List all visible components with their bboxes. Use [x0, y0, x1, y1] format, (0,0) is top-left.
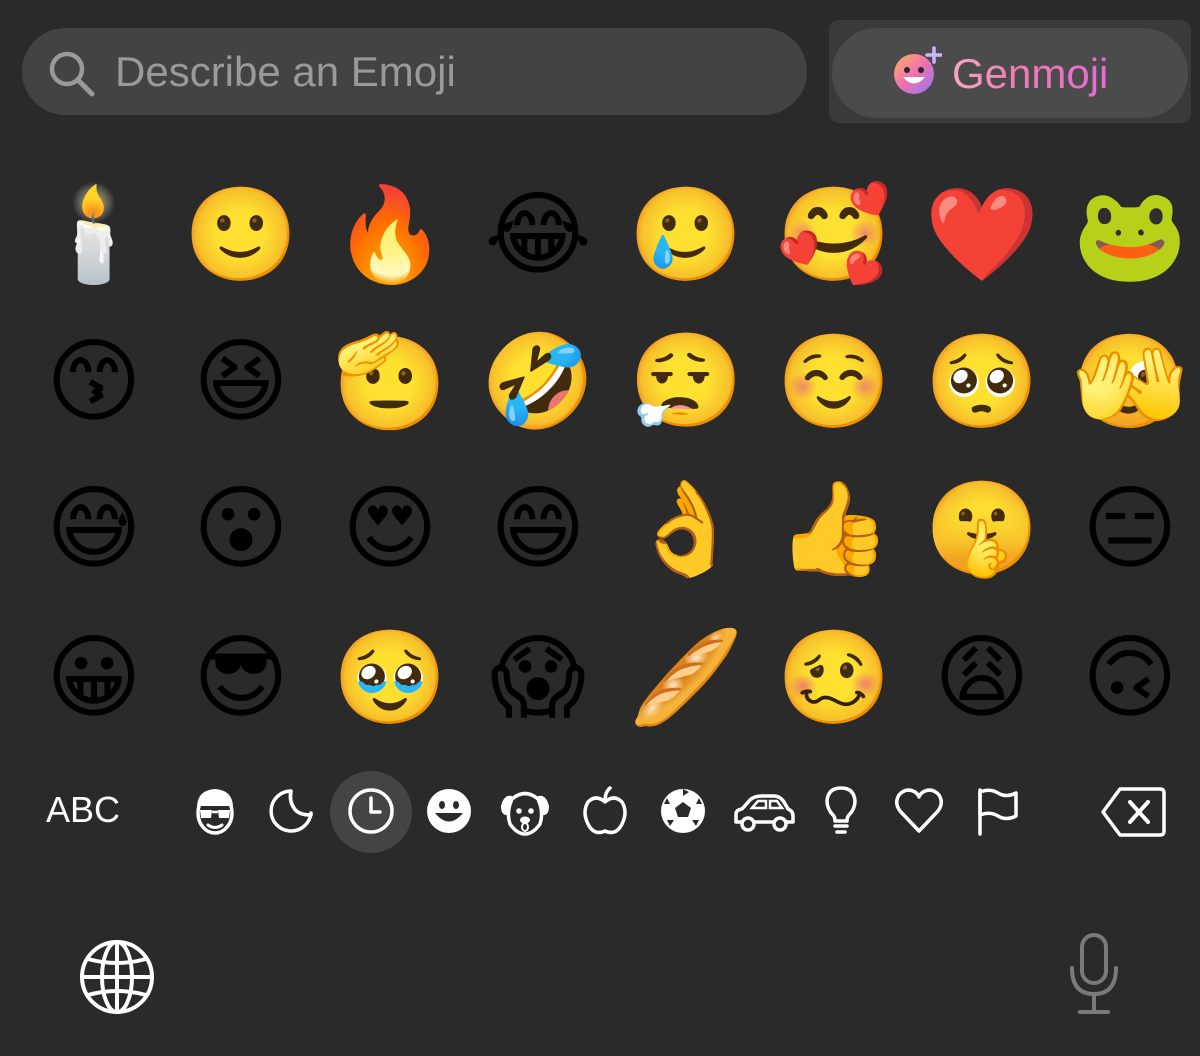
- smiley-icon: [427, 789, 471, 833]
- flag-icon: [978, 788, 1018, 836]
- category-objects[interactable]: [814, 784, 868, 838]
- car-icon: [734, 794, 795, 832]
- emoji-cell[interactable]: 😂: [478, 175, 598, 295]
- emoji-cell[interactable]: 🥲: [626, 175, 746, 295]
- emoji-cell[interactable]: 👌: [626, 469, 746, 589]
- emoji-cell[interactable]: 🫣: [1070, 322, 1190, 442]
- microphone-icon[interactable]: [1066, 932, 1122, 1016]
- emoji-cell[interactable]: 😅: [34, 469, 154, 589]
- emoji-cell[interactable]: 🤣: [478, 322, 598, 442]
- category-travel-places[interactable]: [732, 784, 795, 838]
- genmoji-label: Genmoji: [952, 46, 1108, 102]
- search-icon: [49, 51, 95, 97]
- lightbulb-icon: [825, 786, 857, 834]
- emoji-cell[interactable]: 😩: [922, 618, 1042, 738]
- emoji-cell[interactable]: 😎: [181, 618, 301, 738]
- heart-icon: [895, 788, 943, 833]
- emoji-cell[interactable]: 👍: [774, 469, 894, 589]
- emoji-cell[interactable]: 😮: [181, 469, 301, 589]
- emoji-search-input[interactable]: [115, 36, 775, 108]
- emoji-cell[interactable]: 🙂: [181, 175, 301, 295]
- category-memoji[interactable]: [188, 784, 242, 838]
- delete-backspace-icon[interactable]: [1100, 786, 1166, 838]
- category-flags[interactable]: [970, 784, 1024, 838]
- emoji-cell[interactable]: 😍: [330, 469, 450, 589]
- category-stickers[interactable]: [264, 784, 318, 838]
- emoji-cell[interactable]: 😱: [478, 618, 598, 738]
- emoji-cell[interactable]: ☺️: [774, 322, 894, 442]
- emoji-keyboard: Genmoji 🕯️ 🙂 🔥 😂 🥲 🥰 ❤️ 🐸 😙 😆 🫡 🤣 😮‍💨 ☺️…: [0, 0, 1200, 1056]
- emoji-cell[interactable]: 🕯️: [34, 175, 154, 295]
- category-smileys-people[interactable]: [422, 784, 476, 838]
- apple-icon: [583, 786, 627, 835]
- globe-icon[interactable]: [78, 938, 156, 1016]
- emoji-cell[interactable]: 😮‍💨: [626, 322, 746, 442]
- category-animals-nature[interactable]: [498, 784, 552, 838]
- emoji-cell[interactable]: 🥺: [922, 322, 1042, 442]
- emoji-cell[interactable]: 🐸: [1070, 175, 1190, 295]
- emoji-cell[interactable]: 🥹: [330, 618, 450, 738]
- emoji-cell[interactable]: 😑: [1070, 469, 1190, 589]
- category-frequently-used[interactable]: [344, 784, 398, 838]
- clock-icon: [348, 788, 394, 834]
- emoji-cell[interactable]: 🙃: [1070, 618, 1190, 738]
- genmoji-face-plus-icon: [894, 46, 942, 94]
- soccer-ball-icon: [661, 789, 705, 833]
- memoji-face-icon: [196, 789, 234, 835]
- emoji-cell[interactable]: 🤫: [922, 469, 1042, 589]
- sticker-icon: [269, 789, 313, 833]
- emoji-cell[interactable]: 🥴: [774, 618, 894, 738]
- emoji-cell[interactable]: 🥖: [626, 618, 746, 738]
- emoji-cell[interactable]: 🔥: [330, 175, 450, 295]
- abc-keyboard-button[interactable]: ABC: [46, 788, 120, 832]
- emoji-cell[interactable]: 😄: [478, 469, 598, 589]
- emoji-cell[interactable]: 😀: [34, 618, 154, 738]
- category-symbols[interactable]: [892, 784, 946, 838]
- emoji-cell[interactable]: 🫡: [330, 322, 450, 442]
- category-activity[interactable]: [656, 784, 710, 838]
- emoji-cell[interactable]: 😆: [181, 322, 301, 442]
- emoji-cell[interactable]: ❤️: [922, 175, 1042, 295]
- category-food-drink[interactable]: [578, 784, 632, 838]
- emoji-cell[interactable]: 🥰: [774, 175, 894, 295]
- emoji-cell[interactable]: 😙: [34, 322, 154, 442]
- dog-icon: [501, 791, 549, 836]
